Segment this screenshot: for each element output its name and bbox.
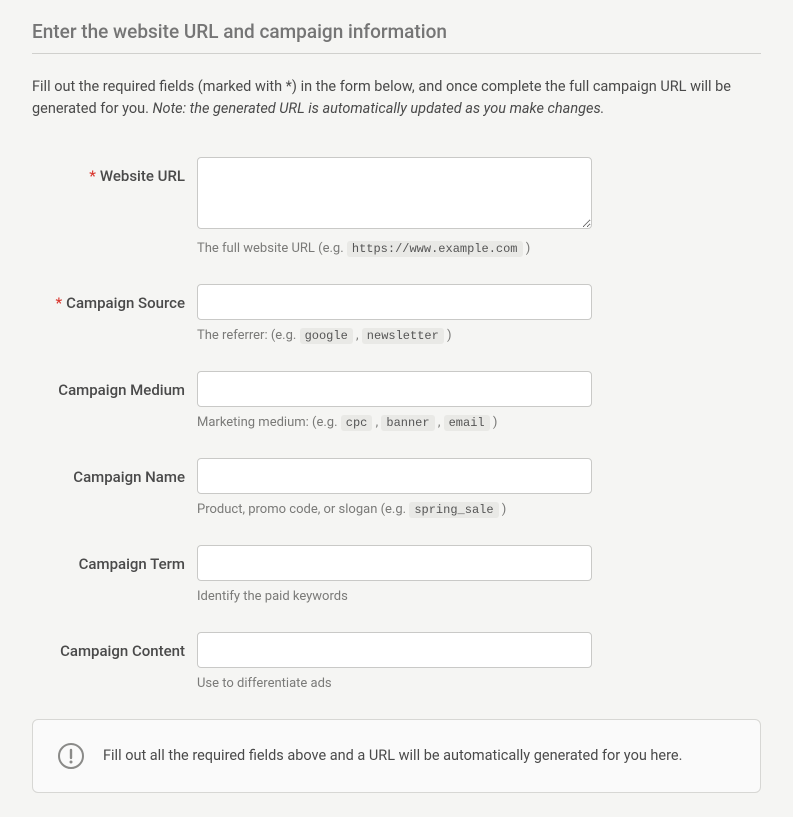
label-text: Campaign Medium [58,381,185,399]
intro-text: Fill out the required fields (marked wit… [32,76,761,121]
hint-sep: , [353,328,362,343]
hint-prefix: The full website URL (e.g. [197,241,347,256]
website-url-input[interactable] [197,157,592,229]
campaign-medium-input[interactable] [197,371,592,407]
label-campaign-medium: Campaign Medium [32,371,197,399]
page-title: Enter the website URL and campaign infor… [32,20,761,54]
hint-code: email [444,415,490,431]
required-marker: * [89,167,96,185]
label-campaign-source: *Campaign Source [32,284,197,312]
label-text: Campaign Source [66,294,185,312]
hint-code: https://www.example.com [347,241,523,257]
hint-sep: , [435,415,444,430]
hint-campaign-term: Identify the paid keywords [197,589,592,604]
row-website-url: *Website URL The full website URL (e.g. … [32,157,761,256]
hint-code: spring_sale [409,502,498,518]
label-text: Campaign Content [60,642,185,660]
row-campaign-medium: Campaign Medium Marketing medium: (e.g. … [32,371,761,430]
label-text: Website URL [100,167,185,185]
label-text: Campaign Term [79,555,185,573]
hint-code: cpc [341,415,373,431]
hint-code: google [300,328,353,344]
hint-suffix: ) [523,241,531,256]
required-marker: * [56,294,63,312]
label-text: Campaign Name [73,468,185,486]
generated-url-notice: Fill out all the required fields above a… [32,719,761,793]
hint-prefix: Product, promo code, or slogan (e.g. [197,502,409,517]
campaign-content-input[interactable] [197,632,592,668]
hint-prefix: Marketing medium: (e.g. [197,415,341,430]
intro-note: Note: the generated URL is automatically… [153,100,605,117]
hint-suffix: ) [444,328,452,343]
notice-text: Fill out all the required fields above a… [103,747,682,764]
campaign-term-input[interactable] [197,545,592,581]
hint-campaign-source: The referrer: (e.g. google , newsletter … [197,328,592,343]
label-campaign-name: Campaign Name [32,458,197,486]
info-icon [57,742,85,770]
hint-code: banner [381,415,434,431]
hint-campaign-medium: Marketing medium: (e.g. cpc , banner , e… [197,415,592,430]
label-website-url: *Website URL [32,157,197,185]
hint-prefix: The referrer: (e.g. [197,328,300,343]
campaign-form: *Website URL The full website URL (e.g. … [32,157,761,691]
hint-website-url: The full website URL (e.g. https://www.e… [197,241,592,256]
hint-suffix: ) [490,415,498,430]
hint-campaign-name: Product, promo code, or slogan (e.g. spr… [197,502,592,517]
hint-campaign-content: Use to differentiate ads [197,676,592,691]
label-campaign-content: Campaign Content [32,632,197,660]
row-campaign-source: *Campaign Source The referrer: (e.g. goo… [32,284,761,343]
campaign-source-input[interactable] [197,284,592,320]
hint-suffix: ) [499,502,507,517]
label-campaign-term: Campaign Term [32,545,197,573]
campaign-name-input[interactable] [197,458,592,494]
row-campaign-term: Campaign Term Identify the paid keywords [32,545,761,604]
row-campaign-name: Campaign Name Product, promo code, or sl… [32,458,761,517]
hint-code: newsletter [362,328,444,344]
row-campaign-content: Campaign Content Use to differentiate ad… [32,632,761,691]
